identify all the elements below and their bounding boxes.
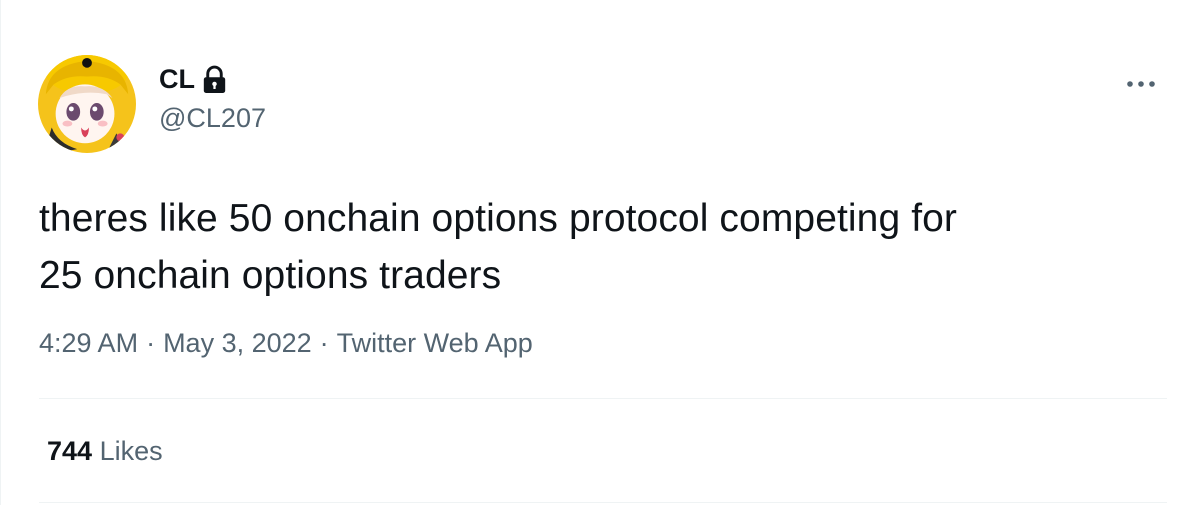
lock-icon (201, 65, 228, 95)
meta-separator: · (319, 328, 329, 358)
tweet-date[interactable]: May 3, 2022 (163, 328, 312, 359)
more-icon (1127, 81, 1155, 87)
tweet-text-line: theres like 50 onchain options protocol … (39, 197, 958, 240)
tweet-time[interactable]: 4:29 AM (39, 328, 138, 359)
likes-label: Likes (99, 436, 163, 466)
tweet-source[interactable]: Twitter Web App (337, 328, 533, 359)
tweet-card: CL @CL207 theres like 50 onchain options… (0, 0, 1200, 505)
tweet-text-line: 25 onchain options traders (39, 254, 502, 297)
tweet-text: theres like 50 onchain options protocol … (39, 190, 1169, 304)
tweet-meta: 4:29 AM · May 3, 2022 · Twitter Web App (39, 328, 533, 359)
avatar[interactable] (38, 55, 136, 153)
anime-character-avatar-icon (38, 55, 136, 153)
more-options-button[interactable] (1119, 66, 1163, 102)
likes-stat[interactable]: 744 Likes (47, 436, 163, 467)
meta-separator: · (146, 328, 156, 358)
likes-count: 744 (47, 436, 93, 466)
divider (39, 398, 1167, 399)
author-handle[interactable]: @CL207 (159, 103, 266, 134)
display-name[interactable]: CL (159, 64, 195, 95)
divider (39, 502, 1167, 503)
author-name-row: CL (159, 64, 228, 95)
